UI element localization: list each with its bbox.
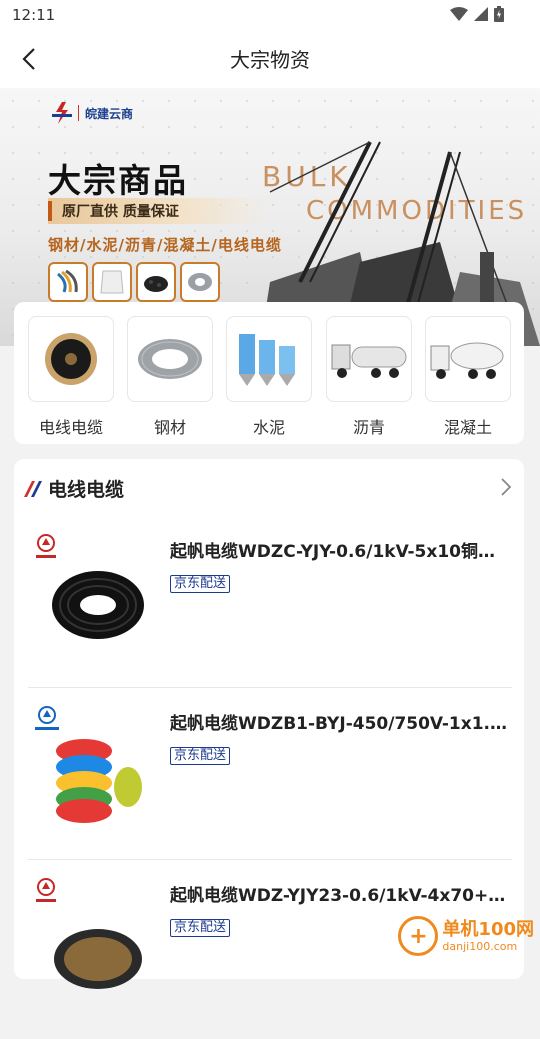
status-icons [450, 6, 504, 22]
category-item-steel[interactable]: 钢材 [127, 316, 213, 438]
banner-thumb-steel [180, 262, 220, 302]
category-label: 水泥 [252, 418, 285, 437]
product-item[interactable]: 起帆电缆WDZC-YJY-0.6/1kV-5x10铜芯电力电缆 京东配送 [28, 523, 512, 695]
watermark-text: 单机100网 danji100.com [442, 918, 534, 953]
category-card: 电线电缆 钢材 水泥 沥青 混凝土 [14, 302, 524, 444]
banner-thumb-cement-bag [92, 262, 132, 302]
tagline-accent-bar [48, 201, 52, 221]
product-item[interactable]: 起帆电缆WDZB1-BYJ-450/750V-1x1.5电线 京东配送 [28, 695, 512, 867]
product-section: 电线电缆 起帆电缆WDZC-YJY-0.6/1kV-5x10铜芯电力电缆 京东配… [14, 459, 524, 989]
chevron-right-icon [501, 478, 512, 496]
banner-thumb-cable [48, 262, 88, 302]
brand-separator [78, 105, 79, 121]
product-image [32, 879, 152, 999]
cement-bag-icon [100, 270, 124, 294]
status-bar: 12:11 [0, 0, 540, 30]
category-label: 钢材 [153, 418, 186, 437]
site-watermark: + 单机100网 danji100.com [398, 916, 534, 956]
watermark-line2: danji100.com [442, 939, 518, 953]
category-item-concrete[interactable]: 混凝土 [425, 316, 511, 438]
cable-icon [57, 269, 78, 293]
banner-thumbnails [48, 262, 220, 302]
steel-coil-icon [188, 273, 212, 291]
divider [28, 687, 512, 688]
product-name: 起帆电缆WDZ-YJY23-0.6/1kV-4x70+1x35电力电缆 [170, 886, 510, 906]
nav-bar: 大宗物资 [0, 30, 540, 88]
asphalt-granules-icon [144, 276, 168, 292]
concrete-mixer-truck-icon [430, 342, 504, 379]
section-more-button[interactable] [500, 477, 512, 501]
category-image [226, 316, 312, 402]
brand-name: 皖建云商 [85, 106, 134, 121]
tagline-text: 原厂直供 质量保证 [62, 204, 179, 220]
category-image [127, 316, 213, 402]
banner-tagline: 原厂直供 质量保证 [48, 198, 268, 224]
category-label: 混凝土 [443, 418, 492, 437]
section-header: 电线电缆 [24, 475, 124, 502]
section-title: 电线电缆 [48, 479, 125, 501]
armored-cable-reel-icon [54, 929, 142, 989]
category-item-cement[interactable]: 水泥 [226, 316, 312, 438]
black-cable-coil-icon [52, 571, 144, 639]
product-image [32, 707, 152, 827]
cement-silo-icon [239, 334, 295, 386]
product-name: 起帆电缆WDZB1-BYJ-450/750V-1x1.5电线 [170, 714, 510, 734]
signal-icon [474, 7, 488, 21]
company-logo-icon [52, 102, 72, 124]
brand-logo: 皖建云商 [52, 102, 133, 124]
status-time: 12:11 [12, 6, 56, 24]
tanker-truck-icon [331, 344, 407, 378]
delivery-tag: 京东配送 [170, 747, 231, 765]
cable-reel-icon [45, 333, 97, 385]
steel-wire-coil-icon [138, 339, 202, 379]
product-name: 起帆电缆WDZC-YJY-0.6/1kV-5x10铜芯电力电缆 [170, 542, 510, 562]
category-item-cable[interactable]: 电线电缆 [28, 316, 114, 438]
product-image [32, 535, 152, 655]
delivery-tag: 京东配送 [170, 919, 231, 937]
page-title: 大宗物资 [230, 48, 310, 72]
delivery-tag: 京东配送 [170, 575, 231, 593]
watermark-plus-icon: + [398, 916, 439, 956]
banner-thumb-asphalt [136, 262, 176, 302]
wifi-icon [450, 7, 468, 21]
divider [28, 859, 512, 860]
category-label: 沥青 [352, 418, 385, 437]
watermark-line1: 单机100网 [442, 918, 534, 940]
battery-icon [494, 6, 504, 22]
category-image [28, 316, 114, 402]
section-logo-icon [24, 480, 42, 497]
category-item-asphalt[interactable]: 沥青 [326, 316, 412, 438]
category-label: 电线电缆 [38, 418, 103, 437]
banner-headline: 大宗商品 [48, 161, 188, 200]
category-image [425, 316, 511, 402]
colored-wire-coils-icon [56, 739, 142, 823]
category-image [326, 316, 412, 402]
